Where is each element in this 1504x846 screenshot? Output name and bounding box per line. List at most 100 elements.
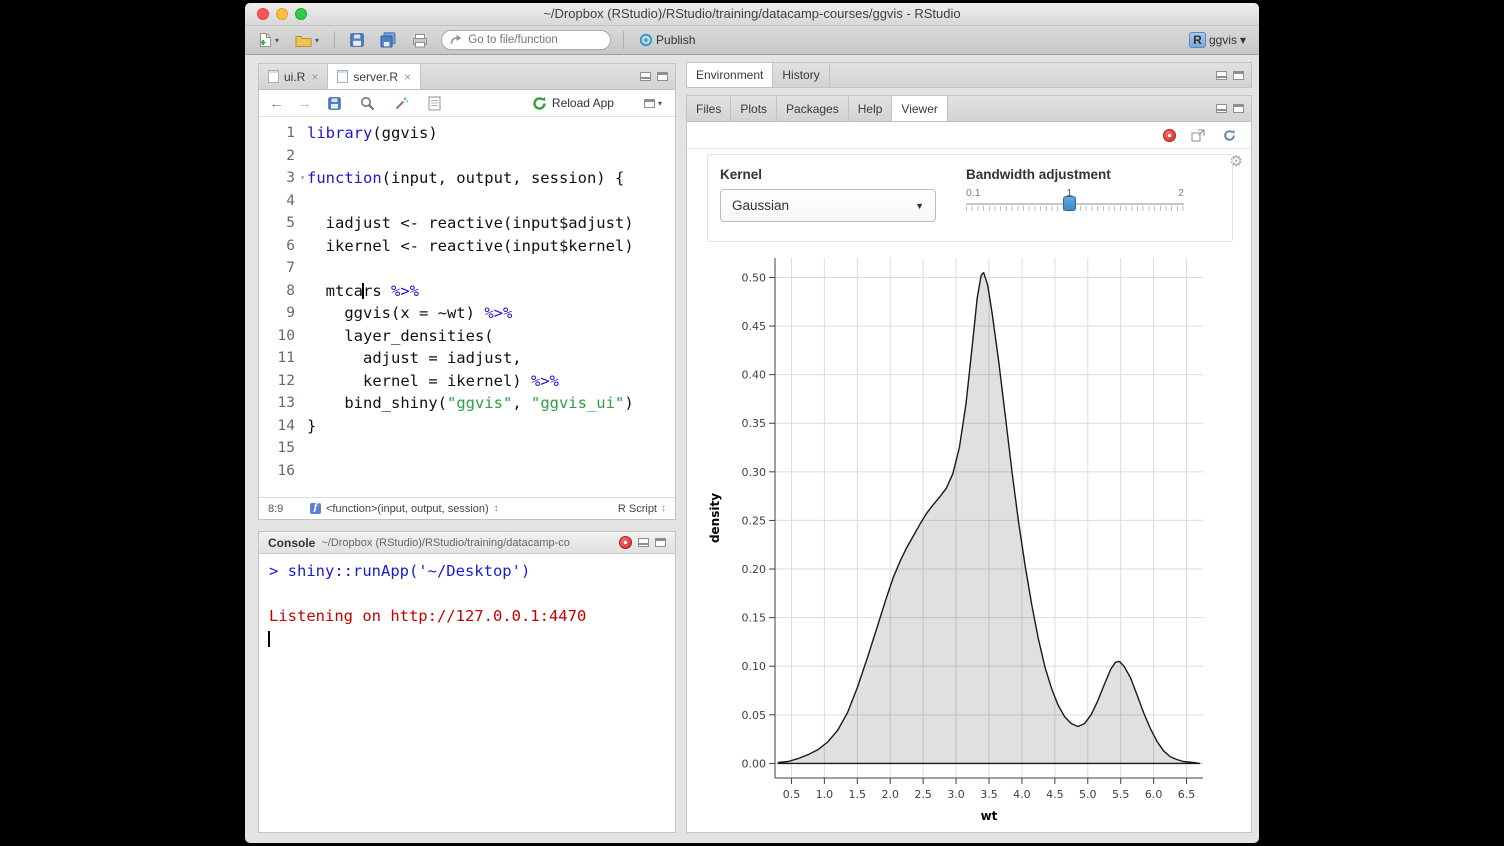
console-header: Console ~/Dropbox (RStudio)/RStudio/trai… xyxy=(259,532,675,554)
tab-environment[interactable]: Environment xyxy=(687,63,773,87)
console-line: > shiny::runApp('~/Desktop') xyxy=(269,560,665,583)
svg-text:6.5: 6.5 xyxy=(1178,788,1196,801)
project-menu-button[interactable]: R ggvis ▾ xyxy=(1186,30,1249,50)
line-text: layer_densities( xyxy=(307,325,494,348)
maximize-pane-icon[interactable] xyxy=(655,538,666,547)
save-icon xyxy=(328,97,341,110)
tab-history[interactable]: History xyxy=(773,63,829,87)
main-toolbar: ▾ ▾ Publish R ggvis ▾ xyxy=(245,26,1259,55)
window-title: ~/Dropbox (RStudio)/RStudio/training/dat… xyxy=(245,3,1259,25)
tab-viewer[interactable]: Viewer xyxy=(892,96,947,121)
filetype-label: R Script xyxy=(618,503,657,515)
code-line: 4 xyxy=(259,190,675,213)
reload-app-button[interactable]: Reload App xyxy=(532,96,614,111)
scope-selector[interactable]: f <function>(input, output, session) ↕ xyxy=(310,503,499,515)
line-number: 6 xyxy=(259,235,307,258)
line-number: 12 xyxy=(259,370,307,393)
code-line: 6 ikernel <- reactive(input$kernel) xyxy=(259,235,675,258)
run-options-button[interactable]: ▾ xyxy=(641,97,665,110)
tab-ui-r[interactable]: ui.R × xyxy=(259,64,328,89)
goto-file-input[interactable] xyxy=(441,30,611,50)
viewer-tabbar: Files Plots PackagesHelpViewer xyxy=(687,96,1251,122)
console-output[interactable]: > shiny::runApp('~/Desktop') Listening o… xyxy=(259,554,675,832)
open-in-new-window-button[interactable] xyxy=(1188,127,1208,144)
zoom-window-button[interactable] xyxy=(295,8,307,20)
kernel-label: Kernel xyxy=(720,167,950,182)
close-icon[interactable]: × xyxy=(404,70,411,84)
bandwidth-slider[interactable]: 0.1 1 2 xyxy=(966,187,1184,223)
line-number: 11 xyxy=(259,347,307,370)
save-all-icon xyxy=(380,32,396,48)
close-icon[interactable]: × xyxy=(311,70,318,84)
minimize-pane-icon[interactable] xyxy=(638,538,649,547)
minimize-window-button[interactable] xyxy=(276,8,288,20)
line-number: 9 xyxy=(259,302,307,325)
desktop-background: ~/Dropbox (RStudio)/RStudio/training/dat… xyxy=(0,0,1504,846)
minimize-pane-icon[interactable] xyxy=(1216,104,1227,113)
goto-file-text[interactable] xyxy=(466,33,602,47)
code-tools-button[interactable] xyxy=(391,94,412,113)
code-line: 2 xyxy=(259,145,675,168)
tab-files[interactable]: Files xyxy=(687,96,731,121)
tab-plots[interactable]: Plots xyxy=(731,96,777,121)
tab-label: Plots xyxy=(740,102,767,116)
chevron-down-icon: ▾ xyxy=(658,99,662,108)
line-text: kernel = ikernel) %>% xyxy=(307,370,559,393)
svg-text:0.35: 0.35 xyxy=(742,417,767,430)
svg-text:4.0: 4.0 xyxy=(1013,788,1031,801)
code-line: 10 layer_densities( xyxy=(259,325,675,348)
print-button[interactable] xyxy=(409,31,431,50)
source-tab-strip: ui.R×server.R× xyxy=(259,64,421,89)
slider-min-label: 0.1 xyxy=(966,187,981,199)
open-file-button[interactable]: ▾ xyxy=(292,32,322,49)
line-text: iadjust <- reactive(input$adjust) xyxy=(307,212,634,235)
stop-icon[interactable] xyxy=(619,536,632,549)
rstudio-window: ~/Dropbox (RStudio)/RStudio/training/dat… xyxy=(245,3,1259,843)
minimize-pane-icon[interactable] xyxy=(640,72,651,81)
maximize-pane-icon[interactable] xyxy=(1233,71,1244,80)
shiny-app: ⚙ Kernel Gaussian ▼ Bandwidth adjustment… xyxy=(687,149,1251,832)
kernel-select[interactable]: Gaussian ▼ xyxy=(720,189,936,222)
slider-handle[interactable] xyxy=(1063,196,1076,211)
tab-label: ui.R xyxy=(284,70,305,84)
tab-help[interactable]: Help xyxy=(849,96,893,121)
scope-label: <function>(input, output, session) xyxy=(326,503,489,515)
save-button[interactable] xyxy=(347,31,367,49)
save-source-button[interactable] xyxy=(325,95,344,112)
publish-button[interactable]: Publish xyxy=(636,31,698,49)
save-all-button[interactable] xyxy=(377,30,399,50)
find-replace-button[interactable] xyxy=(357,94,378,113)
maximize-pane-icon[interactable] xyxy=(657,72,668,81)
new-file-button[interactable]: ▾ xyxy=(255,30,282,50)
code-editor[interactable]: 1library(ggvis)23function(input, output,… xyxy=(259,117,675,497)
maximize-pane-icon[interactable] xyxy=(1233,104,1244,113)
code-line: 9 ggvis(x = ~wt) %>% xyxy=(259,302,675,325)
stop-app-icon[interactable] xyxy=(1163,129,1176,142)
cursor-position: 8:9 xyxy=(268,503,302,515)
save-icon xyxy=(350,33,364,47)
svg-text:0.5: 0.5 xyxy=(783,788,801,801)
window-icon xyxy=(644,99,655,108)
close-window-button[interactable] xyxy=(257,8,269,20)
project-icon: R xyxy=(1189,32,1206,48)
line-number: 13 xyxy=(259,392,307,415)
line-number: 4 xyxy=(259,190,307,213)
svg-text:3.0: 3.0 xyxy=(947,788,965,801)
window-titlebar[interactable]: ~/Dropbox (RStudio)/RStudio/training/dat… xyxy=(245,3,1259,26)
line-text: ggvis(x = ~wt) %>% xyxy=(307,302,512,325)
svg-text:4.5: 4.5 xyxy=(1046,788,1064,801)
filetype-selector[interactable]: R Script ↕ xyxy=(618,503,666,515)
tab-packages[interactable]: Packages xyxy=(777,96,849,121)
compile-report-button[interactable] xyxy=(425,94,444,113)
r-file-icon xyxy=(268,70,279,83)
tab-server-r[interactable]: server.R× xyxy=(328,64,421,89)
magic-wand-icon xyxy=(394,96,409,111)
refresh-button[interactable] xyxy=(1220,127,1239,144)
back-icon[interactable]: ← xyxy=(269,96,284,111)
line-number: 14 xyxy=(259,415,307,438)
minimize-pane-icon[interactable] xyxy=(1216,71,1227,80)
forward-icon[interactable]: → xyxy=(297,96,312,111)
line-text: function(input, output, session) { xyxy=(307,167,624,190)
svg-text:0.30: 0.30 xyxy=(742,466,767,479)
svg-text:0.40: 0.40 xyxy=(742,369,767,382)
